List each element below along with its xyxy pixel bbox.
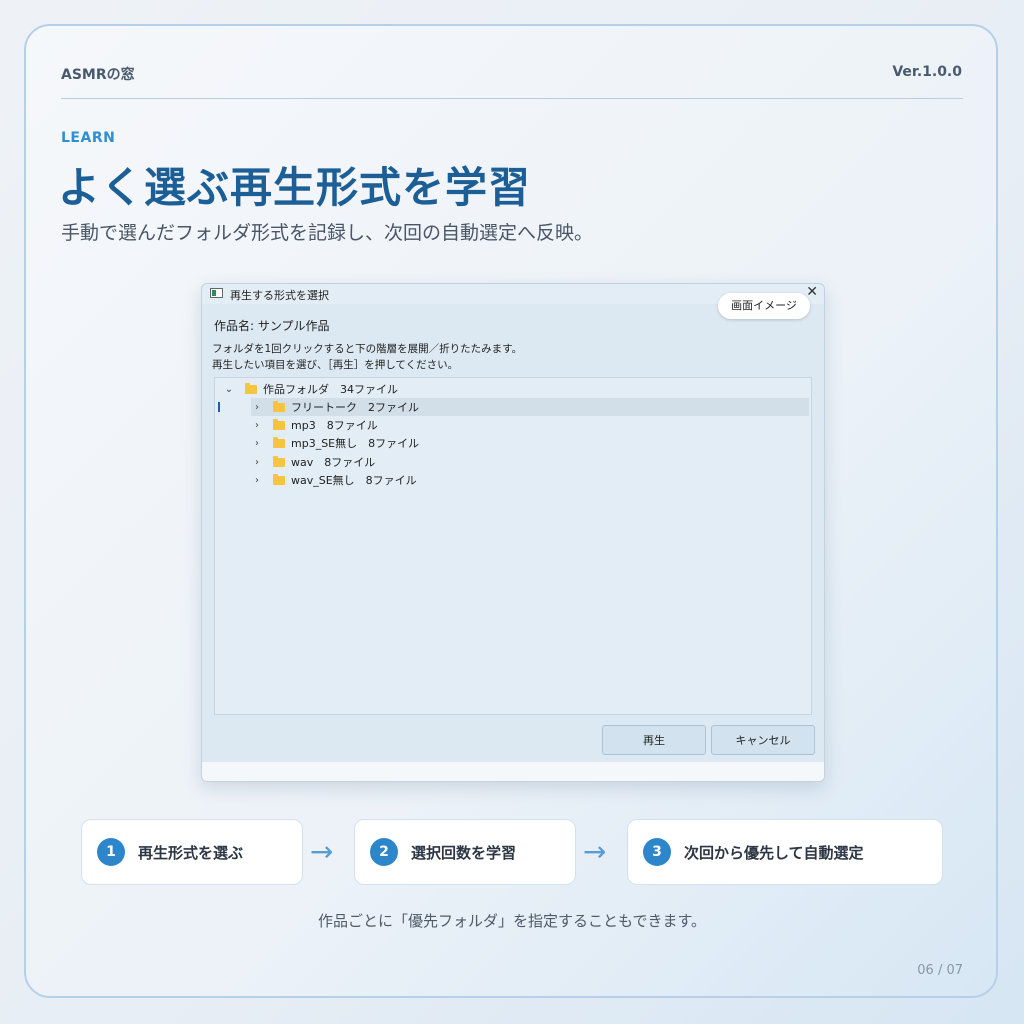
tree-item-label: mp3 8ファイル — [291, 419, 378, 432]
tree-item[interactable]: › フリートーク 2ファイル — [251, 398, 809, 416]
tree-item[interactable]: › wav 8ファイル — [251, 453, 375, 471]
selection-marker — [218, 402, 220, 412]
step-number: 3 — [643, 838, 671, 866]
section-eyebrow: LEARN — [61, 130, 116, 146]
chevron-right-icon[interactable]: › — [251, 402, 263, 413]
chevron-down-icon[interactable]: ⌄ — [223, 384, 235, 395]
brand-name: ASMRの窓 — [61, 67, 135, 83]
folder-icon — [273, 436, 285, 448]
app-window-icon — [210, 288, 223, 298]
chevron-right-icon[interactable]: › — [251, 457, 263, 468]
step-label: 選択回数を学習 — [411, 843, 517, 862]
version-label: Ver.1.0.0 — [892, 64, 962, 80]
folder-icon — [273, 455, 285, 467]
arrow-right-icon: → — [310, 835, 334, 868]
page-subtitle: 手動で選んだフォルダ形式を記録し、次回の自動選定へ反映。 — [61, 222, 594, 244]
folder-tree[interactable]: ⌄ 作品フォルダ 34ファイル › フリートーク 2ファイル › mp3 8ファ… — [214, 377, 812, 715]
work-name-label: 作品名: サンプル作品 — [214, 319, 330, 333]
instruction-line: 再生したい項目を選び、［再生］を押してください。 — [212, 359, 459, 371]
tree-item-label: フリートーク 2ファイル — [291, 401, 419, 414]
tree-item[interactable]: › wav_SE無し 8ファイル — [251, 471, 417, 489]
folder-icon — [245, 382, 257, 394]
chevron-right-icon[interactable]: › — [251, 475, 263, 486]
tree-item-label: wav_SE無し 8ファイル — [291, 474, 417, 487]
step-label: 次回から優先して自動選定 — [684, 843, 864, 862]
format-select-dialog: 再生する形式を選択 ✕ 画面イメージ 作品名: サンプル作品 フォルダを1回クリ… — [201, 283, 825, 782]
cancel-button[interactable]: キャンセル — [711, 725, 815, 755]
chevron-right-icon[interactable]: › — [251, 438, 263, 449]
step-label: 再生形式を選ぶ — [138, 843, 244, 862]
step-number: 2 — [370, 838, 398, 866]
arrow-right-icon: → — [583, 835, 607, 868]
dialog-footer — [202, 762, 824, 781]
footnote: 作品ごとに「優先フォルダ」を指定することもできます。 — [318, 912, 706, 930]
play-button[interactable]: 再生 — [602, 725, 706, 755]
header-divider — [61, 98, 963, 99]
page-title: よく選ぶ再生形式を学習 — [58, 163, 532, 212]
step-card-2: 2 選択回数を学習 — [354, 819, 576, 885]
dialog-title: 再生する形式を選択 — [230, 289, 329, 302]
screen-image-badge: 画面イメージ — [718, 293, 810, 319]
step-card-1: 1 再生形式を選ぶ — [81, 819, 303, 885]
tree-item-label: 作品フォルダ 34ファイル — [263, 383, 398, 396]
instruction-line: フォルダを1回クリックすると下の階層を展開／折りたたみます。 — [212, 343, 523, 355]
tree-item[interactable]: › mp3 8ファイル — [251, 416, 378, 434]
page-counter: 06 / 07 — [917, 963, 963, 978]
instructions: フォルダを1回クリックすると下の階層を展開／折りたたみます。 再生したい項目を選… — [212, 341, 522, 373]
tree-root-item[interactable]: ⌄ 作品フォルダ 34ファイル — [223, 380, 398, 398]
folder-icon — [273, 400, 285, 412]
folder-icon — [273, 473, 285, 485]
close-icon[interactable]: ✕ — [806, 284, 818, 300]
folder-icon — [273, 418, 285, 430]
step-card-3: 3 次回から優先して自動選定 — [627, 819, 943, 885]
tree-item-label: wav 8ファイル — [291, 456, 376, 469]
step-number: 1 — [97, 838, 125, 866]
tree-item[interactable]: › mp3_SE無し 8ファイル — [251, 434, 419, 452]
chevron-right-icon[interactable]: › — [251, 420, 263, 431]
tree-item-label: mp3_SE無し 8ファイル — [291, 437, 420, 450]
